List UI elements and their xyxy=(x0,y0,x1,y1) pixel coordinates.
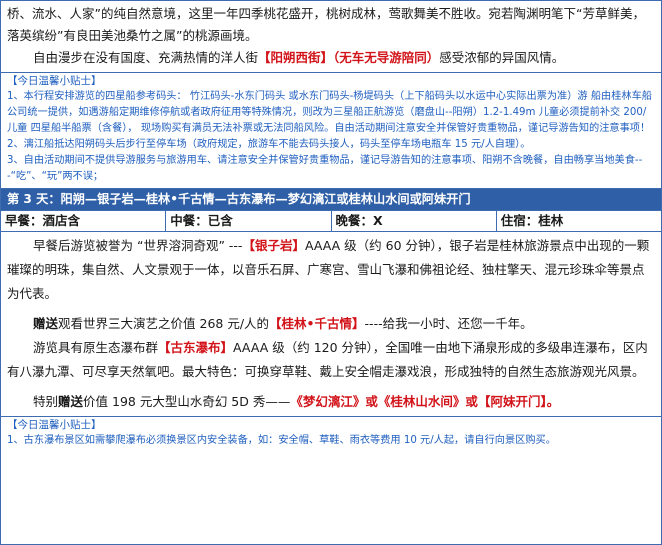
xijie-text-post: 感受浓郁的异国风情。 xyxy=(439,50,565,65)
meal-breakfast: 早餐：酒店含 xyxy=(1,211,167,231)
tip-item: 1、古东瀑布景区如需攀爬瀑布必须换景区内安全装备，如：安全帽、草鞋、雨衣等费用 … xyxy=(7,435,556,446)
show-text-mid: 价值 198 元大型山水奇幻 5D 秀—— xyxy=(83,394,291,409)
show-or: 或 xyxy=(465,394,478,409)
qianguqing-paragraph: 赠送观看世界三大演艺之价值 268 元/人的【桂林•千古情】----给我一小时、… xyxy=(7,312,653,336)
intro-section: 桥、流水、人家”的纯自然意境，这里一年四季桃花盛开，桃树成林，莺歌舞美不胜收。宛… xyxy=(1,1,661,73)
yinziyan-text-pre: 早餐后游览被誉为 “世界溶洞奇观” --- xyxy=(33,238,243,253)
meal-label: 晚餐： xyxy=(335,213,374,228)
show-option-1: 《梦幻漓江》 xyxy=(290,394,366,409)
meal-value: X xyxy=(373,213,383,228)
tips-section-day3: 【今日温馨小贴士】 1、古东瀑布景区如需攀爬瀑布必须换景区内安全装备，如：安全帽… xyxy=(1,416,661,449)
meal-label: 住宿： xyxy=(500,213,539,228)
tip-item: 3、自由活动期间不提供导游服务与旅游用车、请注意安全并保管好贵重物品，谨记导游告… xyxy=(7,155,643,182)
meal-lunch: 中餐：已含 xyxy=(166,211,332,231)
show-text-pre: 特别 xyxy=(33,394,59,409)
meal-label: 早餐： xyxy=(5,213,43,228)
meal-value: 已含 xyxy=(207,213,233,228)
meal-value: 酒店含 xyxy=(42,213,81,228)
gift-bold: 赠送 xyxy=(58,394,84,409)
day3-body: 早餐后游览被誉为 “世界溶洞奇观” ---【银子岩】AAAA 级（约 60 分钟… xyxy=(1,232,661,416)
meal-dinner: 晚餐：X xyxy=(332,211,497,231)
show-option-2: 《桂林山水间》 xyxy=(377,394,466,409)
show-end: 。 xyxy=(546,394,560,409)
meals-row: 早餐：酒店含 中餐：已含 晚餐：X 住宿：桂林 xyxy=(1,211,661,232)
qianguqing-text-pre: 观看世界三大演艺之价值 268 元/人的 xyxy=(58,316,270,331)
itinerary-document: 桥、流水、人家”的纯自然意境，这里一年四季桃花盛开，桃树成林，莺歌舞美不胜收。宛… xyxy=(0,0,662,545)
show-option-3: 【阿妹开门】 xyxy=(477,394,547,409)
xijie-text-pre: 自由漫步在没有国度、充满热情的洋人街 xyxy=(33,50,259,65)
gudong-paragraph: 游览具有原生态瀑布群【古东瀑布】AAAA 级（约 120 分钟），全国唯一由地下… xyxy=(7,336,653,384)
meal-lodging: 住宿：桂林 xyxy=(497,211,661,231)
tips-section-day2: 【今日温馨小贴士】 1、本行程安排游览的四星船参考码头： 竹江码头-水东门码头 … xyxy=(1,73,661,189)
qianguqing-text-post: ----给我一小时、还您一千年。 xyxy=(364,316,533,331)
qianguqing-highlight: 【桂林•千古情】 xyxy=(269,316,365,331)
gift-bold: 赠送 xyxy=(33,316,59,331)
tip-item: 1、本行程安排游览的四星船参考码头： 竹江码头-水东门码头 或水东门码头-杨堤码… xyxy=(7,91,652,134)
xijie-highlight: 【阳朔西街】（无车无导游陪同） xyxy=(258,50,440,65)
yinziyan-highlight: 【银子岩】 xyxy=(242,238,305,253)
intro-paragraph: 桥、流水、人家”的纯自然意境，这里一年四季桃花盛开，桃树成林，莺歌舞美不胜收。宛… xyxy=(7,6,645,43)
gudong-text-pre: 游览具有原生态瀑布群 xyxy=(33,340,159,355)
day3-header: 第 3 天：阳朔—银子岩—桂林•千古情—古东瀑布—梦幻漓江或桂林山水间或阿妹开门 xyxy=(1,189,661,211)
tip-item: 2、漓江船抵达阳朔码头后步行至停车场（政府规定，旅游车不能去码头接人，码头至停车… xyxy=(7,139,531,150)
tips-title: 【今日温馨小贴士】 xyxy=(7,419,102,431)
tips-title: 【今日温馨小贴士】 xyxy=(7,75,102,87)
meal-label: 中餐： xyxy=(170,213,208,228)
gudong-highlight: 【古东瀑布】 xyxy=(158,340,234,355)
yinziyan-paragraph: 早餐后游览被誉为 “世界溶洞奇观” ---【银子岩】AAAA 级（约 60 分钟… xyxy=(7,234,653,306)
meal-value: 桂林 xyxy=(538,213,564,228)
show-or: 或 xyxy=(365,394,378,409)
show-paragraph: 特别赠送价值 198 元大型山水奇幻 5D 秀——《梦幻漓江》或《桂林山水间》或… xyxy=(7,390,653,414)
xijie-paragraph: 自由漫步在没有国度、充满热情的洋人街【阳朔西街】（无车无导游陪同）感受浓郁的异国… xyxy=(7,47,653,69)
